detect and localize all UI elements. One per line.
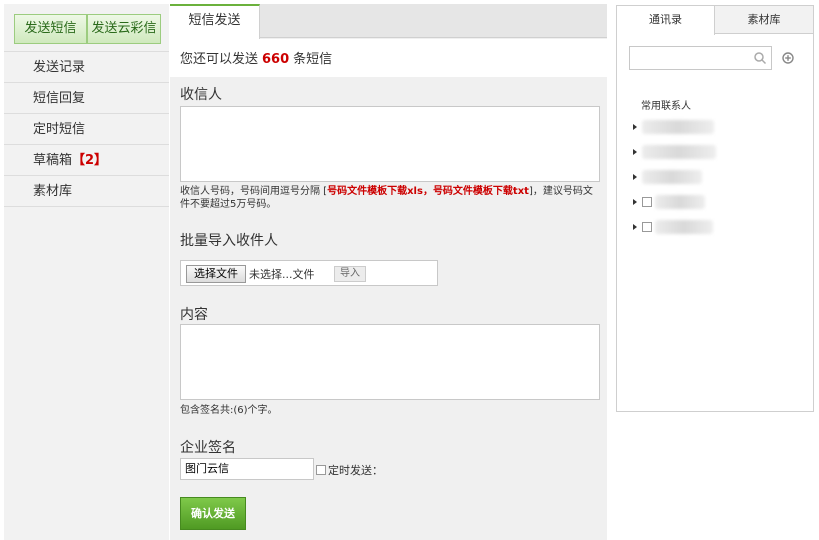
quota-count: 660 bbox=[262, 52, 290, 67]
scheduled-send-label: 定时发送： bbox=[328, 464, 383, 477]
send-sms-button[interactable]: 发送短信 bbox=[14, 14, 87, 44]
contact-checkbox[interactable] bbox=[642, 197, 652, 207]
send-mms-button[interactable]: 发送云彩信 bbox=[87, 14, 161, 44]
recipients-textarea[interactable] bbox=[180, 106, 600, 182]
sidebar-item-label: 定时短信 bbox=[33, 122, 86, 137]
contact-checkbox[interactable] bbox=[642, 222, 652, 232]
contact-group-row[interactable] bbox=[633, 170, 723, 184]
contact-group-row[interactable] bbox=[633, 195, 723, 209]
scheduled-send-checkbox[interactable] bbox=[316, 465, 326, 475]
sidebar-item-label: 草稿箱 bbox=[33, 153, 73, 168]
tab-materials[interactable]: 素材库 bbox=[715, 6, 813, 34]
signature-input[interactable]: 图门云信 bbox=[180, 458, 314, 480]
contact-group-row[interactable] bbox=[633, 220, 723, 234]
contact-name-blurred bbox=[642, 145, 716, 159]
tab-sms-send[interactable]: 短信发送 bbox=[170, 4, 260, 39]
recipients-hint: 收信人号码，号码间用逗号分隔 [号码文件模板下载xls，号码文件模板下载txt]… bbox=[180, 185, 602, 211]
send-type-buttons: 发送短信 发送云彩信 bbox=[14, 14, 161, 44]
tab-address-book[interactable]: 通讯录 bbox=[617, 6, 715, 35]
choose-file-button[interactable]: 选择文件 bbox=[186, 265, 246, 283]
expand-arrow-icon[interactable] bbox=[633, 124, 637, 130]
contact-name-blurred bbox=[655, 220, 713, 234]
hint-separator: ， bbox=[422, 186, 433, 197]
expand-arrow-icon[interactable] bbox=[633, 174, 637, 180]
sidebar-item-send-records[interactable]: 发送记录 bbox=[4, 52, 169, 83]
template-txt-link[interactable]: 号码文件模板下载txt bbox=[433, 186, 529, 197]
sidebar-menu: 发送记录 短信回复 定时短信 草稿箱【2】 素材库 bbox=[4, 51, 169, 207]
file-upload-box: 选择文件 未选择...文件 导入 bbox=[180, 260, 438, 286]
expand-arrow-icon[interactable] bbox=[633, 149, 637, 155]
expand-arrow-icon[interactable] bbox=[633, 199, 637, 205]
sidebar: 发送短信 发送云彩信 发送记录 短信回复 定时短信 草稿箱【2】 素材库 bbox=[4, 4, 169, 540]
confirm-send-button[interactable]: 确认发送 bbox=[180, 497, 246, 530]
contact-group-row[interactable] bbox=[633, 145, 723, 159]
sidebar-item-materials[interactable]: 素材库 bbox=[4, 176, 169, 207]
sidebar-item-scheduled-sms[interactable]: 定时短信 bbox=[4, 114, 169, 145]
sidebar-item-label: 发送记录 bbox=[33, 60, 86, 75]
contact-name-blurred bbox=[655, 195, 705, 209]
sidebar-item-label: 短信回复 bbox=[33, 91, 86, 106]
signature-label: 企业签名 bbox=[180, 440, 236, 456]
quota-prefix: 您还可以发送 bbox=[180, 52, 259, 67]
content-length-hint: 包含签名共:(6)个字。 bbox=[180, 405, 278, 416]
recipients-label: 收信人 bbox=[180, 87, 222, 103]
sidebar-item-drafts[interactable]: 草稿箱【2】 bbox=[4, 145, 169, 176]
contact-group-row[interactable] bbox=[633, 120, 723, 134]
contact-search-input[interactable] bbox=[629, 46, 772, 70]
contact-name-blurred bbox=[642, 170, 702, 184]
quota-suffix: 条短信 bbox=[293, 52, 333, 67]
expand-arrow-icon[interactable] bbox=[633, 224, 637, 230]
contacts-panel: 通讯录 素材库 常用联系人 bbox=[616, 5, 814, 412]
template-xls-link[interactable]: 号码文件模板下载xls bbox=[327, 186, 423, 197]
sidebar-item-sms-replies[interactable]: 短信回复 bbox=[4, 83, 169, 114]
hint-text: 收信人号码，号码间用逗号分隔 [ bbox=[180, 186, 328, 197]
sidebar-item-label: 素材库 bbox=[33, 184, 73, 199]
contact-name-blurred bbox=[642, 120, 714, 134]
main-tabbar: 短信发送 bbox=[170, 4, 607, 39]
draft-count-badge: 【2】 bbox=[72, 153, 108, 168]
content-textarea[interactable] bbox=[180, 324, 600, 400]
file-name-text: 未选择...文件 bbox=[249, 268, 315, 281]
import-button[interactable]: 导入 bbox=[334, 266, 366, 282]
quota-info: 您还可以发送 660 条短信 bbox=[170, 39, 607, 77]
main-panel: 短信发送 您还可以发送 660 条短信 收信人 收信人号码，号码间用逗号分隔 [号码… bbox=[170, 4, 607, 540]
scheduled-send-option: 定时发送： bbox=[316, 462, 383, 478]
contacts-tabs: 通讯录 素材库 bbox=[617, 6, 813, 35]
content-label: 内容 bbox=[180, 307, 208, 323]
bulk-import-label: 批量导入收件人 bbox=[180, 233, 278, 249]
search-icon[interactable] bbox=[753, 51, 767, 65]
group-title: 常用联系人 bbox=[641, 101, 691, 112]
plus-circle-icon[interactable] bbox=[782, 52, 794, 64]
